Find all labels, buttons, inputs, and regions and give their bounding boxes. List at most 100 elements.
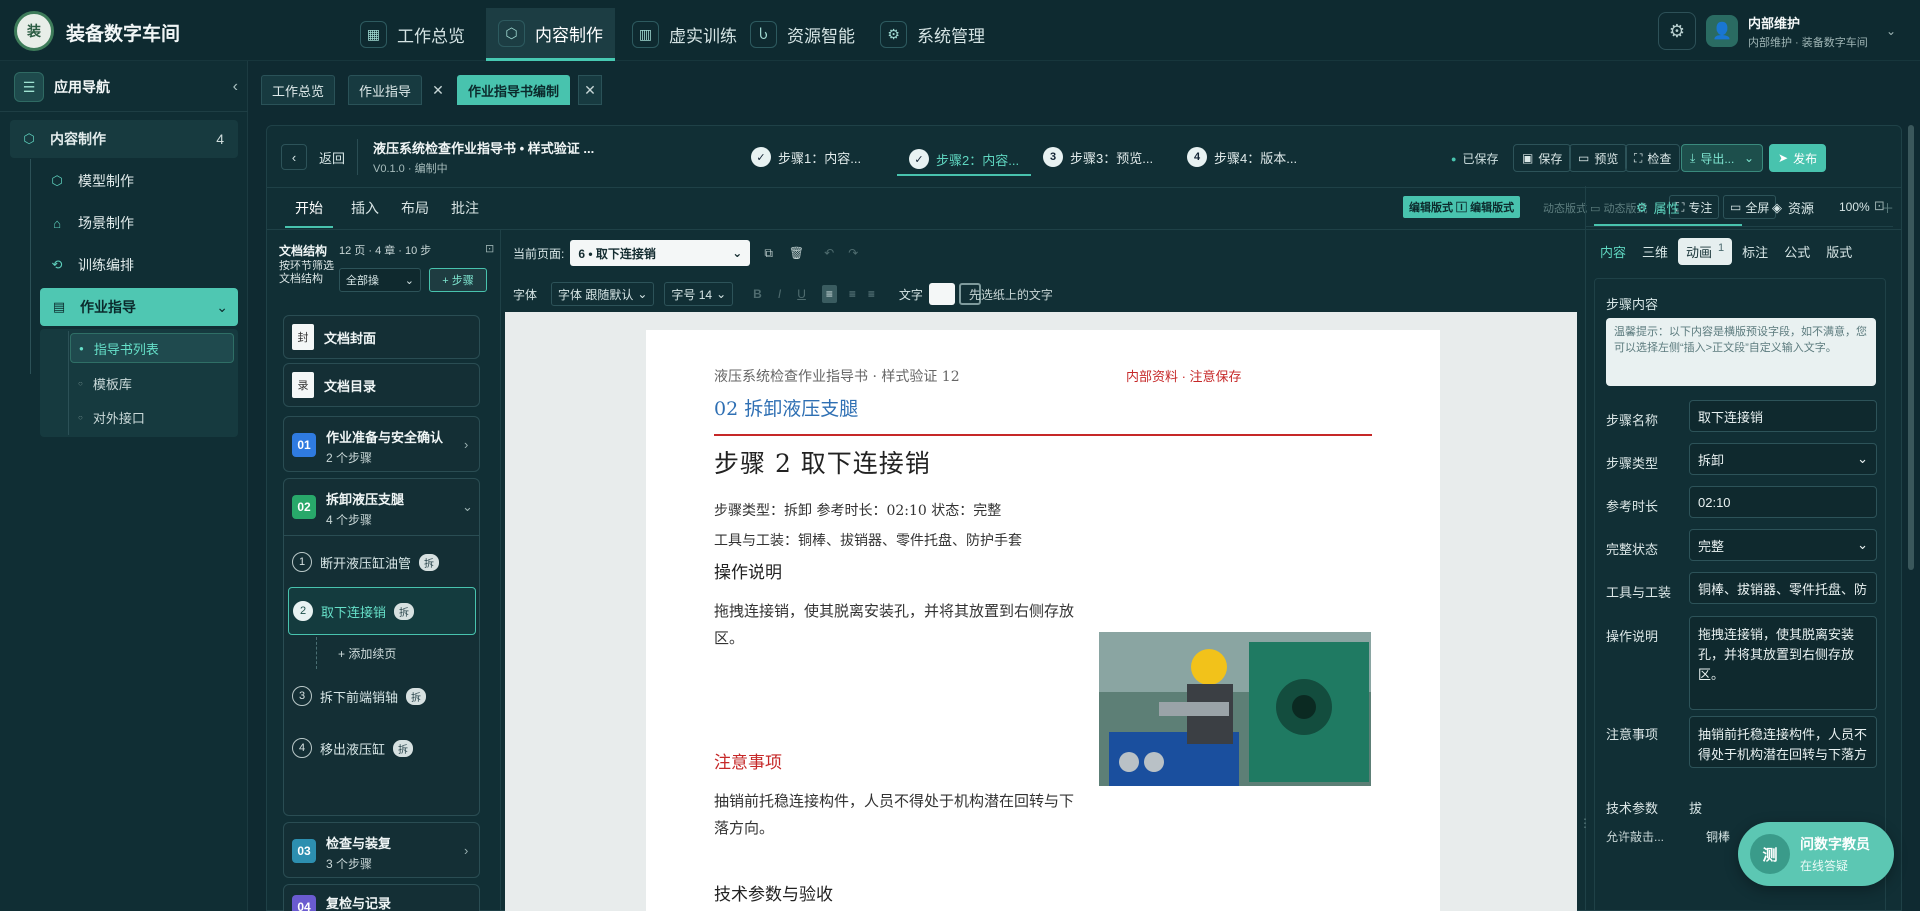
- back-button[interactable]: ‹ 返回: [281, 144, 345, 170]
- font-size-select[interactable]: 字号 14 ⌄: [664, 282, 734, 306]
- collapse-icon[interactable]: ⊡: [485, 242, 494, 255]
- step-tag: 拆: [419, 553, 440, 571]
- step-item-active[interactable]: 2 取下连接销 拆: [288, 587, 476, 635]
- ribbon-tab-start[interactable]: 开始: [285, 198, 333, 228]
- save-button[interactable]: ▣ 保存: [1513, 144, 1572, 172]
- sidebar-section-content[interactable]: ⬡ 内容制作 4: [10, 120, 238, 158]
- duration-input[interactable]: 02:10: [1689, 486, 1877, 518]
- nav-tab-overview[interactable]: ▦ 工作总览: [348, 8, 477, 60]
- filter-select[interactable]: 全部操 ⌄: [339, 268, 421, 292]
- header-rule: [714, 434, 1372, 436]
- document-page[interactable]: 液压系统检查作业指导书 · 样式验证 12 内部资料 · 注意保存 02 拆卸液…: [646, 330, 1440, 911]
- step-2[interactable]: ✓ 步骤2：内容...: [897, 144, 1032, 176]
- publish-button[interactable]: ➤ 发布: [1769, 144, 1827, 172]
- settings-button[interactable]: ⚙: [1658, 12, 1696, 50]
- italic-button[interactable]: I: [778, 287, 781, 301]
- nav-tab-system[interactable]: ⚙ 系统管理: [868, 8, 997, 60]
- tab-guidance[interactable]: 作业指导: [348, 75, 423, 105]
- chapter-item[interactable]: 03 检查与装复 3 个步骤 ›: [283, 822, 480, 878]
- export-label: 导出...: [1700, 151, 1735, 166]
- properties-panel: ⚙ 属性 ◈ 资源 ⊡ 内容 三维 动画 1 标注 公式 版式 步骤内容 温馨提示：以…: [1585, 186, 1893, 911]
- step-item[interactable]: 1 断开液压缸油管 拆: [292, 547, 440, 577]
- sidebar-item-training[interactable]: ⟲ 训练编排: [38, 246, 238, 284]
- tab-guide-editor[interactable]: 作业指导书编制: [457, 75, 571, 105]
- subtab-content[interactable]: 内容: [1594, 238, 1632, 265]
- ops-textarea[interactable]: 拖拽连接销，使其脱离安装孔，并将其放置到右侧存放区。: [1689, 616, 1877, 710]
- step-type-select[interactable]: 拆卸 ⌄: [1689, 443, 1877, 475]
- collapse-icon[interactable]: ⊡: [1874, 198, 1885, 214]
- resize-handle[interactable]: ⋮: [1579, 816, 1591, 830]
- status-select[interactable]: 完整 ⌄: [1689, 529, 1877, 561]
- chapter-item[interactable]: 01 作业准备与安全确认 2 个步骤 ›: [283, 416, 480, 472]
- chevron-down-icon[interactable]: ⌄: [1886, 24, 1896, 38]
- copy-icon[interactable]: ⧉: [764, 246, 773, 261]
- menu-icon[interactable]: ☰: [14, 72, 44, 102]
- ribbon-tab-layout[interactable]: 布局: [401, 198, 429, 228]
- bold-button[interactable]: B: [753, 287, 762, 301]
- align-right-icon[interactable]: ≡: [868, 287, 875, 301]
- user-menu[interactable]: 👤 内部维护 内部维护 · 装备数字车间: [1706, 12, 1868, 50]
- tab-assets[interactable]: ◈ 资源: [1772, 198, 1814, 217]
- text-color-swatch[interactable]: [928, 283, 955, 305]
- sidebar-item-guidance[interactable]: ▤ 作业指导 ⌄: [40, 288, 238, 326]
- current-page-select[interactable]: 6 • 取下连接销 ⌄: [570, 240, 751, 266]
- subtab-format[interactable]: 版式: [1820, 238, 1858, 265]
- align-left-icon[interactable]: ≡: [821, 285, 837, 303]
- subtab-annotation[interactable]: 标注: [1736, 238, 1774, 265]
- add-page-button[interactable]: + 添加续页: [338, 645, 396, 662]
- trash-icon[interactable]: 🗑: [789, 246, 804, 260]
- subtab-animation[interactable]: 动画 1: [1678, 238, 1733, 265]
- chapter-subtitle: 3 个步骤: [326, 857, 373, 871]
- add-step-button[interactable]: + 步骤: [429, 268, 487, 292]
- step-item[interactable]: 3 拆下前端销轴 拆: [292, 681, 427, 711]
- sidebar-subitem-templates[interactable]: ○ 模板库: [78, 368, 132, 398]
- field-value: 取下连接销: [1698, 409, 1764, 425]
- nav-tab-content[interactable]: ⬡ 内容制作: [486, 8, 615, 61]
- redo-icon[interactable]: ↷: [848, 246, 858, 260]
- page-header-left: 液压系统检查作业指导书 · 样式验证 12: [714, 369, 960, 385]
- doc-cover-item[interactable]: 封 文档封面: [283, 315, 480, 359]
- preview-button[interactable]: ▭ 预览: [1569, 144, 1628, 172]
- nav-tab-training[interactable]: ▥ 虚实训练: [620, 8, 749, 60]
- export-button[interactable]: ⤓ 导出... ⌄: [1681, 144, 1763, 172]
- step-photo[interactable]: [1099, 632, 1371, 786]
- param-row-label: 允许敲击...: [1606, 830, 1665, 844]
- ribbon-tab-review[interactable]: 批注: [451, 198, 479, 228]
- ribbon-tab-insert[interactable]: 插入: [351, 198, 379, 228]
- undo-icon[interactable]: ↶: [824, 246, 834, 260]
- sidebar-item-model[interactable]: ⬡ 模型制作: [38, 162, 238, 200]
- close-icon[interactable]: ✕: [578, 75, 602, 105]
- sidebar-item-scene[interactable]: ⌂ 场景制作: [38, 204, 238, 242]
- align-center-icon[interactable]: ≡: [849, 287, 856, 301]
- sidebar-subitem-api[interactable]: ○ 对外接口: [78, 402, 145, 432]
- subtab-3d[interactable]: 三维: [1636, 238, 1674, 265]
- sidebar-subitem-list[interactable]: ● 指导书列表: [70, 333, 234, 363]
- doc-toc-item[interactable]: 录 文档目录: [283, 363, 480, 407]
- subtab-formula[interactable]: 公式: [1778, 238, 1816, 265]
- close-icon[interactable]: ✕: [426, 75, 450, 105]
- nav-tab-resources[interactable]: Ⴑ 资源智能: [738, 8, 867, 60]
- step-3[interactable]: 3 步骤3：预览...: [1043, 144, 1153, 170]
- step-item[interactable]: 4 移出液压缸 拆: [292, 733, 414, 763]
- tab-properties[interactable]: ⚙ 属性: [1636, 198, 1680, 217]
- scrollbar[interactable]: [1908, 125, 1914, 570]
- font-family-select[interactable]: 字体 跟随默认 ⌄: [551, 282, 655, 306]
- chapter-item[interactable]: 04 复检与记录: [283, 884, 480, 911]
- step-meta-2: 工具与工装：铜棒、拔销器、零件托盘、防护手套: [714, 533, 1022, 549]
- tools-input[interactable]: 铜棒、拔销器、零件托盘、防: [1689, 572, 1877, 604]
- edit-mode-toggle[interactable]: 编辑版式 🄸 编辑版式: [1403, 196, 1521, 218]
- check-button[interactable]: ⛶ 检查: [1625, 144, 1681, 172]
- sidebar-subitem-label: 模板库: [92, 376, 132, 392]
- step-name-input[interactable]: 取下连接销: [1689, 400, 1877, 432]
- step-4[interactable]: 4 步骤4：版本...: [1187, 144, 1297, 170]
- assistant-button[interactable]: 测 问数字教员 在线答疑: [1738, 822, 1894, 886]
- notes-textarea[interactable]: 抽销前托稳连接构件，人员不得处于机构潜在回转与下落方: [1689, 716, 1877, 768]
- tab-overview[interactable]: 工作总览: [261, 75, 336, 105]
- chapter-title: 作业准备与安全确认: [326, 430, 444, 445]
- underline-button[interactable]: U: [797, 287, 806, 301]
- chapter-header[interactable]: 02 拆卸液压支腿 4 个步骤 ⌄: [284, 479, 479, 535]
- app-title: 装备数字车间: [66, 24, 181, 45]
- collapse-icon[interactable]: ‹: [233, 78, 238, 96]
- step-1[interactable]: ✓ 步骤1：内容...: [751, 144, 861, 170]
- tab-properties-label: 属性: [1653, 201, 1680, 216]
